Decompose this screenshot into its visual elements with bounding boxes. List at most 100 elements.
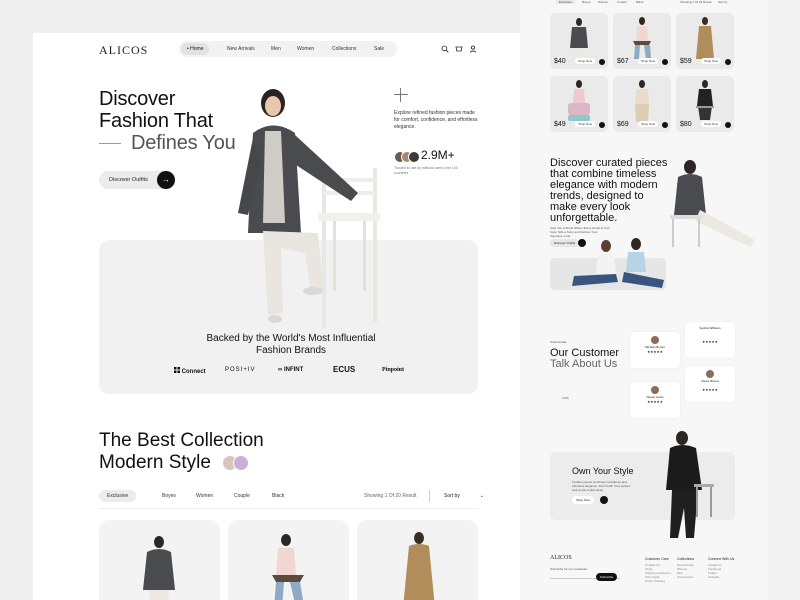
footer-column-collections: Collections New Arrivals Women Men Acces… [677, 557, 694, 579]
hero-model-image [238, 89, 380, 328]
couple-image [572, 238, 664, 288]
product-price: $40 [554, 58, 566, 65]
product-price: $69 [617, 121, 629, 128]
product-card[interactable]: $67 Shop Now [613, 13, 671, 69]
footer-column-connect: Connect With Us Instagram Facebook Twitt… [708, 557, 734, 579]
product-price: $59 [680, 58, 692, 65]
arrow-icon[interactable] [725, 122, 731, 128]
users-stat: 2.9M+ [421, 148, 455, 162]
nav-item-new-arrivals[interactable]: New Arrivals [227, 43, 255, 55]
infinity-icon: ∞ [278, 367, 283, 373]
footer-link[interactable]: Order Tracking [645, 579, 671, 583]
shop-now-button[interactable]: Shop Now [701, 121, 721, 127]
review-card: Michael Bryant ★★★★★ [630, 332, 680, 368]
divider [99, 508, 478, 509]
main-nav: • Home New Arrivals Men Women Collection… [179, 41, 397, 57]
product-image [143, 536, 175, 600]
brands-heading-line2: Fashion Brands [255, 345, 327, 356]
search-icon[interactable] [441, 45, 449, 53]
hero-description: Explore refined fashion pieces made for … [394, 110, 478, 130]
product-card[interactable]: $49 Shop Now [550, 76, 608, 132]
product-card[interactable] [99, 520, 220, 600]
nav-item-label: Home [190, 46, 204, 52]
own-style-description: Curates pieces combines confidence and e… [572, 480, 630, 492]
avatar [233, 455, 249, 471]
shop-now-button[interactable]: Shop Now [575, 58, 595, 64]
sort-by-label: Sort by [444, 493, 460, 499]
product-price: $80 [680, 121, 692, 128]
arrow-icon[interactable] [662, 59, 668, 65]
brand-logo-infint: ∞ INFINT [278, 367, 303, 373]
tab-women[interactable]: Women [188, 490, 221, 502]
rating-stars: ★★★★★ [702, 340, 718, 344]
footer-link[interactable]: LinkedIn [708, 575, 734, 579]
reviewer-name: Sophia Williams [699, 326, 721, 330]
curated-heading-line6: unforgettable. [550, 212, 618, 224]
discover-outfits-button[interactable]: Discover Outfits → [99, 171, 175, 189]
shop-now-button[interactable]: Shop Now [575, 121, 595, 127]
product-card[interactable]: $69 Shop Now [613, 76, 671, 132]
hero-title-line1: Discover [99, 88, 176, 110]
reviews-score: 4.9/5 [562, 396, 569, 400]
newsletter-label: Subscribe for our newsletter [550, 567, 588, 571]
sort-by-dropdown[interactable]: Sort by ⌄ [444, 490, 488, 502]
footer-logo[interactable]: ALICOS [550, 555, 572, 561]
results-count: Showing 1 Of 20 Result [364, 493, 417, 499]
testimonials-heading-line2: Talk About Us [550, 358, 618, 370]
tab-women[interactable]: Women [598, 0, 608, 4]
arrow-icon[interactable] [662, 122, 668, 128]
sort-by-label[interactable]: Sort by [718, 0, 728, 4]
footer-link[interactable]: Accessories [677, 575, 694, 579]
shop-now-button[interactable]: Shop Now [572, 496, 594, 504]
nav-item-men[interactable]: Men [271, 43, 281, 55]
avatar [651, 386, 659, 394]
nav-item-collections[interactable]: Collections [332, 43, 356, 55]
tab-boyes[interactable]: Boyes [582, 0, 590, 4]
user-icon[interactable] [469, 45, 477, 53]
background-strip [768, 0, 800, 600]
curated-model-image [670, 160, 755, 247]
brand-logo-connect: Connect [174, 367, 206, 375]
nav-item-home[interactable]: • Home [181, 43, 210, 55]
button-label: Discover Outfits [109, 177, 148, 183]
arrow-icon[interactable] [600, 496, 608, 504]
tab-couple[interactable]: Couple [617, 0, 627, 4]
tab-couple[interactable]: Couple [226, 490, 258, 502]
product-card[interactable] [357, 520, 478, 600]
tab-boyes[interactable]: Boyes [154, 490, 184, 502]
product-card[interactable]: $40 Shop Now [550, 13, 608, 69]
product-price: $49 [554, 121, 566, 128]
cart-icon[interactable] [455, 45, 463, 53]
product-card[interactable] [228, 520, 349, 600]
tab-exclusive[interactable]: Exclusive [556, 0, 575, 4]
main-page: ALICOS • Home New Arrivals Men Women Col… [33, 33, 543, 600]
product-card[interactable]: $80 Shop Now [676, 76, 734, 132]
arrow-icon[interactable] [725, 59, 731, 65]
tab-black[interactable]: Black [636, 0, 643, 4]
collection-filter-bar: Exclusive Boyes Women Couple Black Showi… [99, 488, 484, 504]
product-image [272, 534, 304, 600]
brands-heading-line1: Backed by the World's Most Influential [206, 333, 376, 344]
arrow-icon[interactable] [599, 59, 605, 65]
arrow-icon[interactable] [599, 122, 605, 128]
product-card[interactable]: $59 Shop Now [676, 13, 734, 69]
tab-black[interactable]: Black [264, 490, 292, 502]
tab-exclusive[interactable]: Exclusive [99, 490, 137, 502]
shop-now-button[interactable]: Shop Now [701, 58, 721, 64]
hero-title-line3: Defines You [131, 132, 236, 154]
product-price: $67 [617, 58, 629, 65]
brand-logo[interactable]: ALICOS [99, 43, 148, 58]
own-style-heading: Own Your Style [572, 466, 634, 476]
arrow-right-icon: → [157, 171, 175, 189]
shop-now-button[interactable]: Shop Now [638, 121, 658, 127]
nav-item-women[interactable]: Women [297, 43, 314, 55]
secondary-page-preview: Exclusive Boyes Women Couple Black Showi… [520, 0, 768, 600]
shop-now-button[interactable]: Shop Now [638, 58, 658, 64]
subscribe-button[interactable]: Subscribe [596, 573, 618, 581]
rating-stars: ★★★★★ [647, 350, 663, 354]
hero-divider [99, 143, 121, 144]
footer-column-title: Collections [677, 557, 695, 561]
nav-item-sale[interactable]: Sale [374, 43, 384, 55]
footer-column-title: Customer Care [645, 557, 669, 561]
collection-title-line2: Modern Style [99, 452, 211, 473]
